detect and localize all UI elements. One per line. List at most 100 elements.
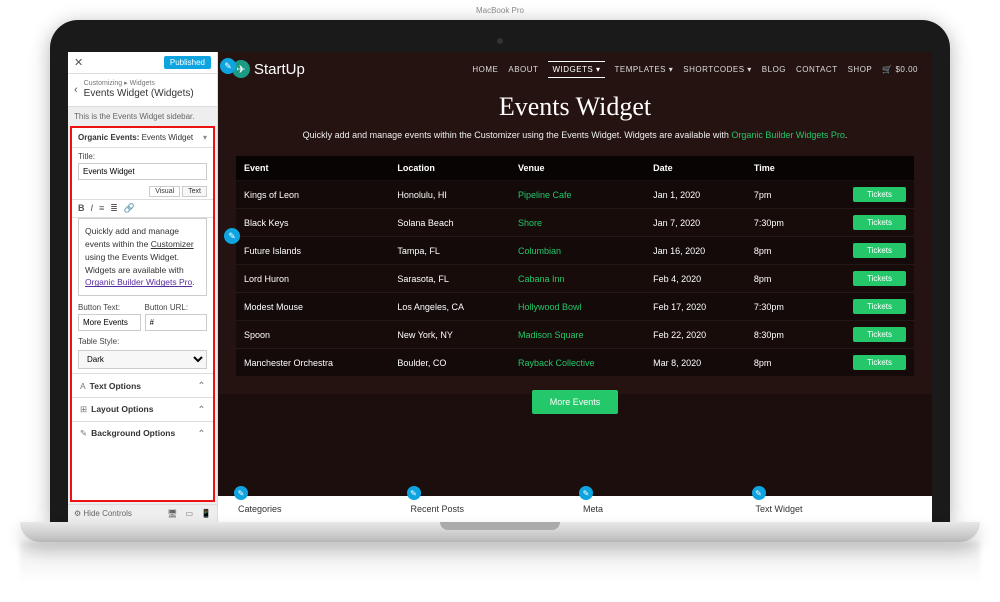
cell-date: Feb 17, 2020 [645, 293, 746, 321]
cell-venue[interactable]: Columbian [510, 237, 645, 265]
desktop-preview-icon[interactable]: 🖥 [167, 509, 177, 518]
edit-shortcut-icon[interactable]: ✎ [234, 486, 248, 500]
cell-venue[interactable]: Pipeline Cafe [510, 181, 645, 209]
cell-time: 7:30pm [746, 209, 813, 237]
editor-link: Organic Builder Widgets Pro [85, 277, 192, 287]
panel-description: This is the Events Widget sidebar. [68, 107, 217, 126]
footer-widgets: ✎Categories ✎Recent Posts ✎Meta ✎Text Wi… [218, 496, 932, 522]
cart-link[interactable]: 🛒 $0.00 [882, 62, 918, 77]
footer-widget-text: ✎Text Widget [748, 504, 921, 514]
widget-header[interactable]: Organic Events: Events Widget ▾ [72, 128, 213, 148]
tab-visual[interactable]: Visual [149, 186, 180, 197]
edit-shortcut-icon[interactable]: ✎ [224, 228, 240, 244]
th-venue: Venue [510, 156, 645, 181]
cell-venue[interactable]: Hollywood Bowl [510, 293, 645, 321]
cell-venue[interactable]: Madison Square [510, 321, 645, 349]
tickets-button[interactable]: Tickets [853, 243, 906, 258]
tickets-button[interactable]: Tickets [853, 271, 906, 286]
nav-shortcodes[interactable]: SHORTCODES ▾ [683, 62, 752, 77]
sidebar-footer: ⚙ Hide Controls 🖥 ▭ 📱 [68, 504, 217, 522]
chevron-icon: ⌃ [198, 404, 205, 415]
nav-shop[interactable]: SHOP [848, 62, 873, 77]
cell-venue[interactable]: Shore [510, 209, 645, 237]
italic-icon[interactable]: I [91, 203, 94, 214]
th-date: Date [645, 156, 746, 181]
edit-shortcut-icon[interactable]: ✎ [752, 486, 766, 500]
link-icon[interactable]: 🔗 [124, 203, 135, 214]
title-input[interactable] [78, 163, 207, 180]
ul-icon[interactable]: ≡ [99, 203, 104, 214]
tablet-preview-icon[interactable]: ▭ [185, 509, 193, 518]
laptop-base [20, 522, 980, 542]
chevron-icon: ⌃ [198, 428, 205, 439]
cell-date: Mar 8, 2020 [645, 349, 746, 377]
page-subtitle: Quickly add and manage events within the… [218, 130, 932, 140]
cart-icon: 🛒 [882, 62, 892, 77]
bezel: ✕ Published ‹ Customizing ▸ Widgets Even… [50, 20, 950, 522]
nav-menu: HOME ABOUT WIDGETS ▾ TEMPLATES ▾ SHORTCO… [472, 61, 918, 78]
back-icon[interactable]: ‹ [74, 84, 78, 96]
site-logo[interactable]: ✈ StartUp [232, 60, 305, 78]
tab-text[interactable]: Text [182, 186, 207, 197]
cell-date: Jan 1, 2020 [645, 181, 746, 209]
title-label: Title: [78, 152, 207, 161]
more-events-button[interactable]: More Events [532, 390, 619, 414]
sidebar-topbar: ✕ Published [68, 52, 217, 74]
cell-event: Lord Huron [236, 265, 389, 293]
nav-templates[interactable]: TEMPLATES ▾ [615, 62, 674, 77]
nav-blog[interactable]: BLOG [762, 62, 786, 77]
cell-time: 8pm [746, 265, 813, 293]
bold-icon[interactable]: B [78, 203, 85, 214]
customizer-sidebar: ✕ Published ‹ Customizing ▸ Widgets Even… [68, 52, 218, 522]
button-url-input[interactable] [145, 314, 208, 331]
site-nav: ✈ StartUp HOME ABOUT WIDGETS ▾ TEMPLATES… [218, 52, 932, 86]
cell-time: 7pm [746, 181, 813, 209]
nav-widgets[interactable]: WIDGETS ▾ [548, 61, 604, 78]
mobile-preview-icon[interactable]: 📱 [201, 509, 211, 518]
edit-shortcut-icon[interactable]: ✎ [579, 486, 593, 500]
table-row: Kings of LeonHonolulu, HIPipeline CafeJa… [236, 181, 914, 209]
nav-contact[interactable]: CONTACT [796, 62, 838, 77]
tickets-button[interactable]: Tickets [853, 299, 906, 314]
editor-toolbar: B I ≡ ≣ 🔗 [72, 199, 213, 218]
edit-shortcut-icon[interactable]: ✎ [220, 58, 236, 74]
ol-icon[interactable]: ≣ [110, 203, 118, 214]
cell-time: 8:30pm [746, 321, 813, 349]
layout-icon: ⊞ [80, 404, 87, 414]
hide-controls-button[interactable]: ⚙ Hide Controls [74, 509, 132, 518]
subtitle-link[interactable]: Organic Builder Widgets Pro [731, 130, 845, 140]
table-row: Lord HuronSarasota, FLCabana InnFeb 4, 2… [236, 265, 914, 293]
laptop-frame: ✕ Published ‹ Customizing ▸ Widgets Even… [50, 20, 950, 582]
table-style-select[interactable]: Dark [78, 350, 207, 369]
table-row: Future IslandsTampa, FLColumbianJan 16, … [236, 237, 914, 265]
edit-shortcut-icon[interactable]: ✎ [407, 486, 421, 500]
publish-button[interactable]: Published [164, 56, 211, 69]
chevron-icon: ⌃ [198, 380, 205, 391]
accordion-text-options[interactable]: AText Options⌃ [72, 373, 213, 397]
th-event: Event [236, 156, 389, 181]
tickets-button[interactable]: Tickets [853, 215, 906, 230]
accordion-layout-options[interactable]: ⊞Layout Options⌃ [72, 397, 213, 421]
table-row: SpoonNew York, NYMadison SquareFeb 22, 2… [236, 321, 914, 349]
cell-event: Kings of Leon [236, 181, 389, 209]
cell-venue[interactable]: Rayback Collective [510, 349, 645, 377]
cell-date: Jan 7, 2020 [645, 209, 746, 237]
cell-date: Feb 22, 2020 [645, 321, 746, 349]
events-table: Event Location Venue Date Time Kings of … [236, 156, 914, 376]
panel-title: Events Widget (Widgets) [84, 88, 194, 100]
tickets-button[interactable]: Tickets [853, 327, 906, 342]
bg-icon: ✎ [80, 428, 87, 438]
close-icon[interactable]: ✕ [74, 56, 83, 69]
breadcrumb: Customizing ▸ Widgets [84, 80, 194, 88]
accordion-background-options[interactable]: ✎Background Options⌃ [72, 421, 213, 445]
reflection [20, 542, 980, 582]
tickets-button[interactable]: Tickets [853, 355, 906, 370]
widget-form-highlight: Organic Events: Events Widget ▾ Title: V… [70, 126, 215, 502]
cell-venue[interactable]: Cabana Inn [510, 265, 645, 293]
table-style-label: Table Style: [72, 334, 213, 346]
cell-event: Manchester Orchestra [236, 349, 389, 377]
content-editor[interactable]: Quickly add and manage events within the… [78, 218, 207, 296]
tickets-button[interactable]: Tickets [853, 187, 906, 202]
footer-widget-meta: ✎Meta [575, 504, 748, 514]
button-text-input[interactable] [78, 314, 141, 331]
